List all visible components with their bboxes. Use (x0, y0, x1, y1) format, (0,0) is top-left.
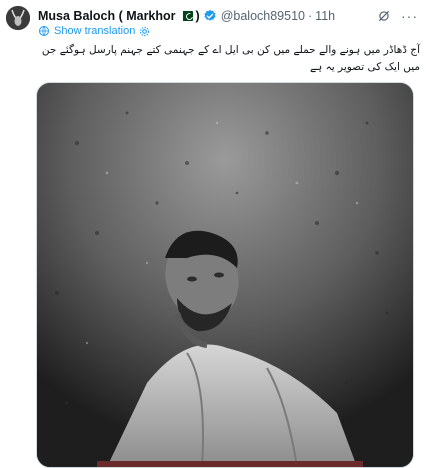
header-actions: ··· (377, 9, 418, 23)
separator-dot: · (308, 9, 313, 23)
pakistan-flag-icon (179, 11, 193, 21)
tweet-photo[interactable] (36, 82, 414, 468)
settings-icon[interactable] (139, 26, 150, 37)
show-translation-label[interactable]: Show translation (54, 25, 135, 37)
post-time[interactable]: 11h (315, 9, 335, 23)
avatar[interactable] (6, 6, 30, 30)
author-name-suffix: ) (195, 9, 200, 23)
tweet-text: آج ڈھاڈر میں ہونے والے حملے میں کن بی ای… (41, 44, 420, 73)
globe-icon (38, 25, 50, 37)
photo-bottom-strip (97, 461, 363, 467)
more-options-icon[interactable]: ··· (401, 9, 418, 23)
show-translation-link[interactable]: Show translation (38, 25, 150, 37)
avatar-image (6, 6, 30, 30)
verified-badge-icon[interactable] (203, 9, 217, 23)
grok-icon[interactable] (377, 9, 391, 23)
author-handle[interactable]: @baloch89510 (221, 9, 305, 23)
photo-content (37, 83, 413, 467)
tweet-header: Musa Baloch ( Markhor ) @baloch89510 · 1… (38, 7, 418, 25)
author-name[interactable]: Musa Baloch ( Markhor (38, 9, 176, 23)
